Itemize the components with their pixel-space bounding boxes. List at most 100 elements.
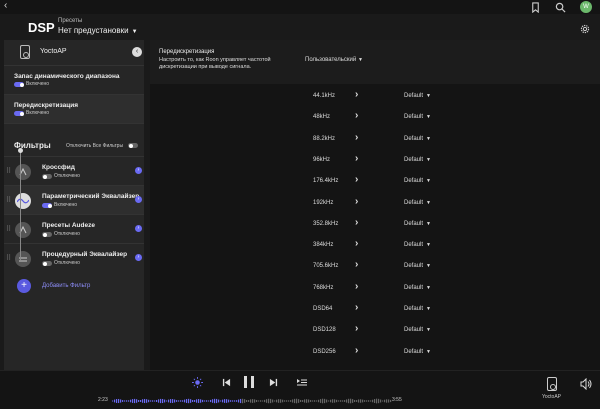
info-badge-icon[interactable]: › (135, 196, 142, 203)
rate-target-select[interactable]: Default ▼ (404, 242, 431, 248)
chevron-right-icon[interactable]: › (355, 174, 358, 185)
filter-toggle[interactable] (42, 203, 52, 208)
rate-row[interactable]: DSD64 › Default ▼ (150, 298, 600, 320)
rate-row[interactable]: DSD256 › Default ▼ (150, 341, 600, 363)
rate-target-select[interactable]: Default ▼ (404, 263, 431, 269)
chevron-right-icon[interactable]: › (355, 196, 358, 207)
rate-name: 48kHz (313, 114, 331, 121)
rate-target-select[interactable]: Default ▼ (404, 285, 431, 291)
next-icon[interactable] (267, 376, 279, 388)
bypass-all-toggle[interactable] (128, 143, 138, 148)
rate-name: 96kHz (313, 156, 331, 163)
rate-target-select[interactable]: Default ▼ (404, 178, 431, 184)
waveform-bar (130, 399, 132, 403)
drag-handle-icon[interactable]: ⠿ (6, 167, 11, 175)
rate-row[interactable]: 176.4kHz › Default ▼ (150, 170, 600, 192)
filter-toggle[interactable] (42, 261, 52, 266)
chevron-down-icon: ▼ (426, 348, 431, 355)
waveform-seekbar[interactable] (112, 398, 392, 404)
bookmark-icon[interactable] (530, 1, 541, 13)
rate-row[interactable]: 48kHz › Default ▼ (150, 106, 600, 128)
headroom-toggle[interactable] (14, 82, 24, 87)
gear-icon[interactable] (580, 24, 590, 34)
rate-row[interactable]: 705.6kHz › Default ▼ (150, 255, 600, 277)
rate-row[interactable]: 192kHz › Default ▼ (150, 192, 600, 214)
chevron-right-icon[interactable]: › (355, 217, 358, 228)
user-avatar[interactable]: W (580, 1, 592, 13)
filter-audeze-presets[interactable]: ⠿ Пресеты Audeze Отключено › (4, 214, 144, 243)
info-badge-icon[interactable]: › (135, 167, 142, 174)
filter-crossfeed[interactable]: ⠿ Кроссфид Отключено › (4, 156, 144, 185)
chevron-right-icon[interactable]: › (355, 238, 358, 249)
rate-row[interactable]: 384kHz › Default ▼ (150, 234, 600, 256)
volume-icon[interactable] (580, 378, 592, 390)
rate-target-value: Default (404, 284, 424, 291)
back-arrow-icon[interactable]: ‹ (4, 0, 7, 11)
waveform-bar (212, 399, 214, 403)
search-icon[interactable] (555, 2, 566, 13)
previous-icon[interactable] (220, 376, 232, 388)
filter-toggle[interactable] (42, 174, 52, 179)
info-badge-icon[interactable]: › (135, 225, 142, 232)
rate-target-select[interactable]: Default ▼ (404, 306, 431, 312)
rate-target-select[interactable]: Default ▼ (404, 221, 431, 227)
waveform-bar (234, 400, 236, 402)
add-filter-button[interactable]: + Добавить Фильтр (4, 272, 144, 300)
rate-target-select[interactable]: Default ▼ (404, 114, 431, 120)
zone-speaker-icon[interactable] (547, 377, 557, 391)
radio-icon[interactable] (191, 376, 203, 388)
waveform-bar (122, 400, 124, 402)
rate-row[interactable]: DSD128 › Default ▼ (150, 319, 600, 341)
info-badge-icon[interactable]: › (135, 254, 142, 261)
rate-row[interactable]: 768kHz › Default ▼ (150, 277, 600, 299)
chevron-right-icon[interactable]: › (355, 153, 358, 164)
pause-icon[interactable] (242, 374, 256, 390)
filter-parametric-eq[interactable]: ⠿ Параметрический Эквалайзер Включено › (4, 185, 144, 214)
waveform-bar (188, 398, 190, 404)
waveform-bar (218, 399, 220, 403)
rate-row[interactable]: 44.1kHz › Default ▼ (150, 85, 600, 107)
resampling-toggle[interactable] (14, 111, 24, 116)
waveform-bar (380, 399, 382, 403)
chevron-right-icon[interactable]: › (355, 132, 358, 143)
rate-target-select[interactable]: Default ▼ (404, 327, 431, 333)
chevron-right-icon[interactable]: › (355, 281, 358, 292)
waveform-bar (242, 398, 244, 404)
waveform-bar (296, 398, 298, 404)
drag-handle-icon[interactable]: ⠿ (6, 254, 11, 262)
rate-target-select[interactable]: Default ▼ (404, 136, 431, 142)
waveform-bar (356, 400, 358, 402)
chevron-right-icon[interactable]: › (355, 89, 358, 100)
chevron-down-icon: ▼ (426, 135, 431, 142)
resampling-mode-select[interactable]: Пользовательский ▼ (305, 57, 363, 63)
queue-icon[interactable] (296, 376, 308, 388)
collapse-icon[interactable]: ‹ (132, 47, 142, 57)
waveform-bar (262, 400, 264, 402)
waveform-bar (294, 398, 296, 404)
drag-handle-icon[interactable]: ⠿ (6, 196, 11, 204)
chevron-right-icon[interactable]: › (355, 259, 358, 270)
rate-row[interactable]: 352.8kHz › Default ▼ (150, 213, 600, 235)
drag-handle-icon[interactable]: ⠿ (6, 225, 11, 233)
waveform-bar (248, 400, 250, 402)
rate-target-select[interactable]: Default ▼ (404, 200, 431, 206)
chevron-right-icon[interactable]: › (355, 302, 358, 313)
waveform-bar (136, 399, 138, 403)
section-headroom[interactable]: Запас динамического диапазона Включено (4, 66, 144, 95)
filter-toggle[interactable] (42, 232, 52, 237)
chevron-right-icon[interactable]: › (355, 345, 358, 356)
waveform-bar (314, 400, 316, 402)
waveform-bar (152, 400, 154, 402)
rate-row[interactable]: 96kHz › Default ▼ (150, 149, 600, 171)
rate-target-select[interactable]: Default ▼ (404, 349, 431, 355)
section-resampling[interactable]: Передискретизация Включено (4, 95, 144, 124)
rate-target-select[interactable]: Default ▼ (404, 157, 431, 163)
chevron-down-icon: ▼ (426, 93, 431, 99)
rate-target-select[interactable]: Default ▼ (404, 93, 431, 99)
chevron-right-icon[interactable]: › (355, 110, 358, 121)
filter-procedural-eq[interactable]: ⠿ Процедурный Эквалайзер Отключено › (4, 243, 144, 272)
rate-row[interactable]: 88.2kHz › Default ▼ (150, 128, 600, 150)
preset-select[interactable]: Нет предустановки ▼ (58, 26, 138, 35)
chevron-right-icon[interactable]: › (355, 323, 358, 334)
